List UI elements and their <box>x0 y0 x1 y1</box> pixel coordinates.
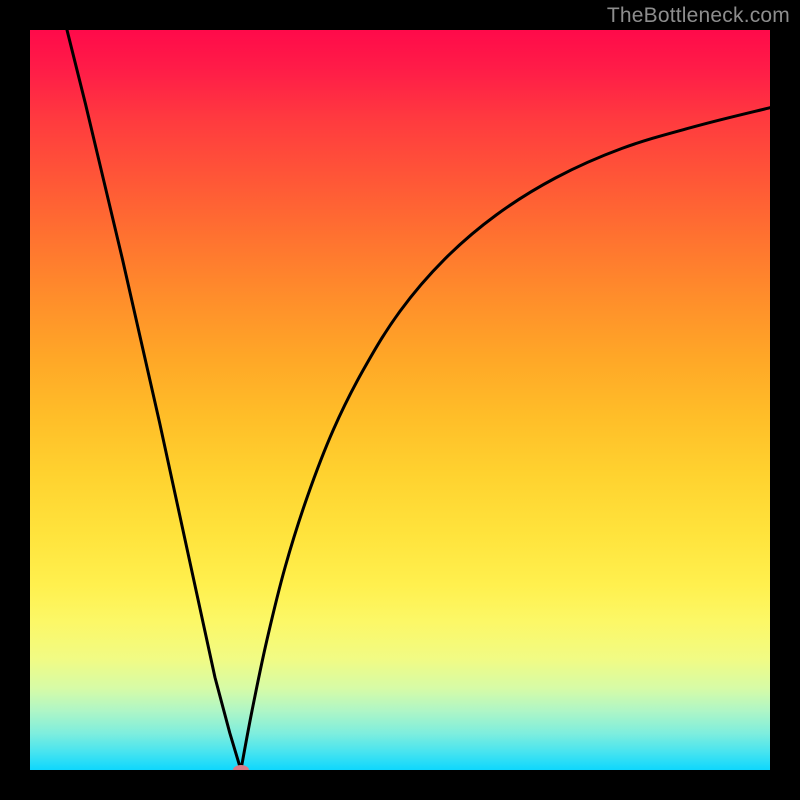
plot-area <box>30 30 770 770</box>
chart-frame: TheBottleneck.com <box>0 0 800 800</box>
watermark-text: TheBottleneck.com <box>607 4 790 28</box>
bottleneck-curve <box>30 30 770 770</box>
minimum-marker <box>233 765 249 770</box>
